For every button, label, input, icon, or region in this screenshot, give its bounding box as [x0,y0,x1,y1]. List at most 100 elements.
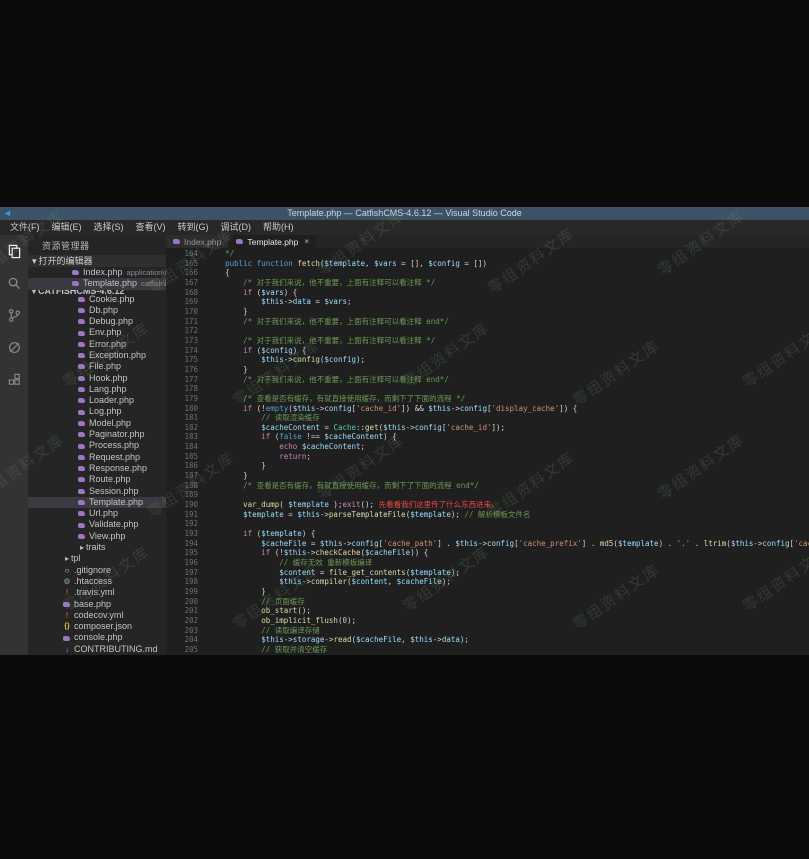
code-line[interactable]: 171 /* 对于我们来说，他不重要，上面有注释可以看注释 end*/ [166,317,809,327]
menu-item-2[interactable]: 选择(S) [88,220,130,235]
tree-item[interactable]: Debug.php [28,316,166,327]
code-line[interactable]: 178 [166,384,809,394]
tree-item[interactable]: Error.php [28,339,166,350]
code-line[interactable]: 203 // 读取编译存储 [166,626,809,636]
menu-item-4[interactable]: 转到(G) [172,220,215,235]
open-editor-item[interactable]: Index.phpapplication\index\controller [28,267,166,278]
code-line[interactable]: 164 */ [166,249,809,259]
tree-item[interactable]: Lang.php [28,384,166,395]
tree-item[interactable]: console.php [28,632,166,643]
tree-item[interactable]: Paginator.php [28,429,166,440]
tree-item[interactable]: File.php [28,361,166,372]
tree-item-label: .travis.yml [74,587,115,598]
menu-item-1[interactable]: 编辑(E) [46,220,88,235]
code-line[interactable]: 204 $this->storage->read($cacheFile, $th… [166,635,809,645]
tree-item[interactable]: Url.php [28,508,166,519]
search-icon[interactable] [6,275,22,291]
tree-item[interactable]: View.php [28,531,166,542]
tree-item[interactable]: ○.gitignore [28,565,166,576]
code-line[interactable]: 165 public function fetch($template, $va… [166,259,809,269]
tree-item[interactable]: !codecov.yml [28,610,166,621]
code-line[interactable]: 199 } [166,587,809,597]
tree-item[interactable]: Loader.php [28,395,166,406]
code-line[interactable]: 198 $this->compiler($content, $cacheFile… [166,577,809,587]
code-line[interactable]: 185 return; [166,452,809,462]
open-editor-item[interactable]: Template.phpcatfish\library\think [28,278,166,289]
menu-item-0[interactable]: 文件(F) [4,220,46,235]
tree-item[interactable]: Log.php [28,406,166,417]
code-line[interactable]: 172 [166,326,809,336]
code-line[interactable]: 193 if ($template) { [166,529,809,539]
tree-item[interactable]: Route.php [28,474,166,485]
tree-item[interactable]: ▸traits [28,542,166,553]
open-editors-header[interactable]: ▾ 打开的编辑器 [28,255,166,267]
tree-item[interactable]: Process.php [28,440,166,451]
tree-item[interactable]: Template.php [28,497,166,508]
code-line[interactable]: 187 } [166,471,809,481]
code-line[interactable]: 174 if ($config) { [166,346,809,356]
close-icon[interactable]: × [304,237,309,246]
tree-item[interactable]: Exception.php [28,350,166,361]
code-line[interactable]: 168 if ($vars) { [166,288,809,298]
code-line[interactable]: 189 [166,490,809,500]
code-line[interactable]: 166 { [166,268,809,278]
tree-item[interactable]: base.php [28,599,166,610]
code-line[interactable]: 186 } [166,461,809,471]
menu-item-6[interactable]: 帮助(H) [257,220,300,235]
tree-item[interactable]: Hook.php [28,373,166,384]
code-line[interactable]: 167 /* 对于我们来说，他不重要，上面有注释可以看注释 */ [166,278,809,288]
code-line[interactable]: 201 ob_start(); [166,606,809,616]
code-line[interactable]: 169 $this->data = $vars; [166,297,809,307]
tree-item[interactable]: Validate.php [28,519,166,530]
code-line[interactable]: 205 // 获取并清空缓存 [166,645,809,655]
code-line[interactable]: 173 /* 对于我们来说，他不重要，上面有注释可以看注释 */ [166,336,809,346]
code-line[interactable]: 190 var_dump( $template );exit(); 先看看我们这… [166,500,809,510]
menu-item-3[interactable]: 查看(V) [130,220,172,235]
code-line[interactable]: 188 /* 查看是否有缓存，有就直接使用缓存，而剩下了下面的流程 end*/ [166,481,809,491]
extensions-icon[interactable] [6,371,22,387]
tree-item[interactable]: ↓CONTRIBUTING.md [28,644,166,655]
debug-icon[interactable] [6,339,22,355]
code-line[interactable]: 177 /* 对于我们来说，他不重要，上面有注释可以看注释 end*/ [166,375,809,385]
code-line[interactable]: 170 } [166,307,809,317]
tab-index.php[interactable]: Index.php [166,235,228,248]
code-token: // 缓存无效 重新模板编译 [279,558,372,567]
code-token: $template [243,510,284,519]
tree-item[interactable]: Response.php [28,463,166,474]
tree-item[interactable]: ▸tpl [28,553,166,564]
source-control-icon[interactable] [6,307,22,323]
code-line[interactable]: 180 if (!empty($this->config['cache_id']… [166,404,809,414]
editor-group: Index.phpTemplate.php× 164 */165 public … [166,235,809,655]
code-token: // 读取编译存储 [261,626,320,635]
tree-item[interactable]: Cookie.php [28,294,166,305]
warning-icon: ! [63,610,71,621]
code-line[interactable]: 181 // 读取渲染缓存 [166,413,809,423]
php-file-icon [78,353,85,358]
tree-item[interactable]: Session.php [28,486,166,497]
code-editor[interactable]: 164 */165 public function fetch($templat… [166,248,809,655]
code-line[interactable]: 175 $this->config($config); [166,355,809,365]
code-line[interactable]: 196 // 缓存无效 重新模板编译 [166,558,809,568]
code-line[interactable]: 192 [166,519,809,529]
tab-template.php[interactable]: Template.php× [229,235,316,248]
code-line[interactable]: 179 /* 查看是否有缓存，有就直接使用缓存，而剩下了下面的流程 */ [166,394,809,404]
tree-item[interactable]: ⚙.htaccess [28,576,166,587]
tree-item[interactable]: Env.php [28,327,166,338]
code-line[interactable]: 197 $content = file_get_contents($templa… [166,568,809,578]
tree-item[interactable]: Model.php [28,418,166,429]
code-line[interactable]: 202 ob_implicit_flush(0); [166,616,809,626]
code-line[interactable]: 184 echo $cacheContent; [166,442,809,452]
code-line[interactable]: 200 // 页面缓存 [166,597,809,607]
tree-item[interactable]: {}composer.json [28,621,166,632]
code-line[interactable]: 183 if (false !== $cacheContent) { [166,432,809,442]
menu-item-5[interactable]: 调试(D) [215,220,258,235]
code-line[interactable]: 182 $cacheContent = Cache::get($this->co… [166,423,809,433]
explorer-icon[interactable] [6,243,22,259]
tree-item[interactable]: !.travis.yml [28,587,166,598]
tree-item[interactable]: Request.php [28,452,166,463]
tree-item[interactable]: Db.php [28,305,166,316]
code-line[interactable]: 176 } [166,365,809,375]
code-line[interactable]: 195 if (!$this->checkCache($cacheFile)) … [166,548,809,558]
code-line[interactable]: 194 $cacheFile = $this->config['cache_pa… [166,539,809,549]
code-line[interactable]: 191 $template = $this->parseTemplateFile… [166,510,809,520]
